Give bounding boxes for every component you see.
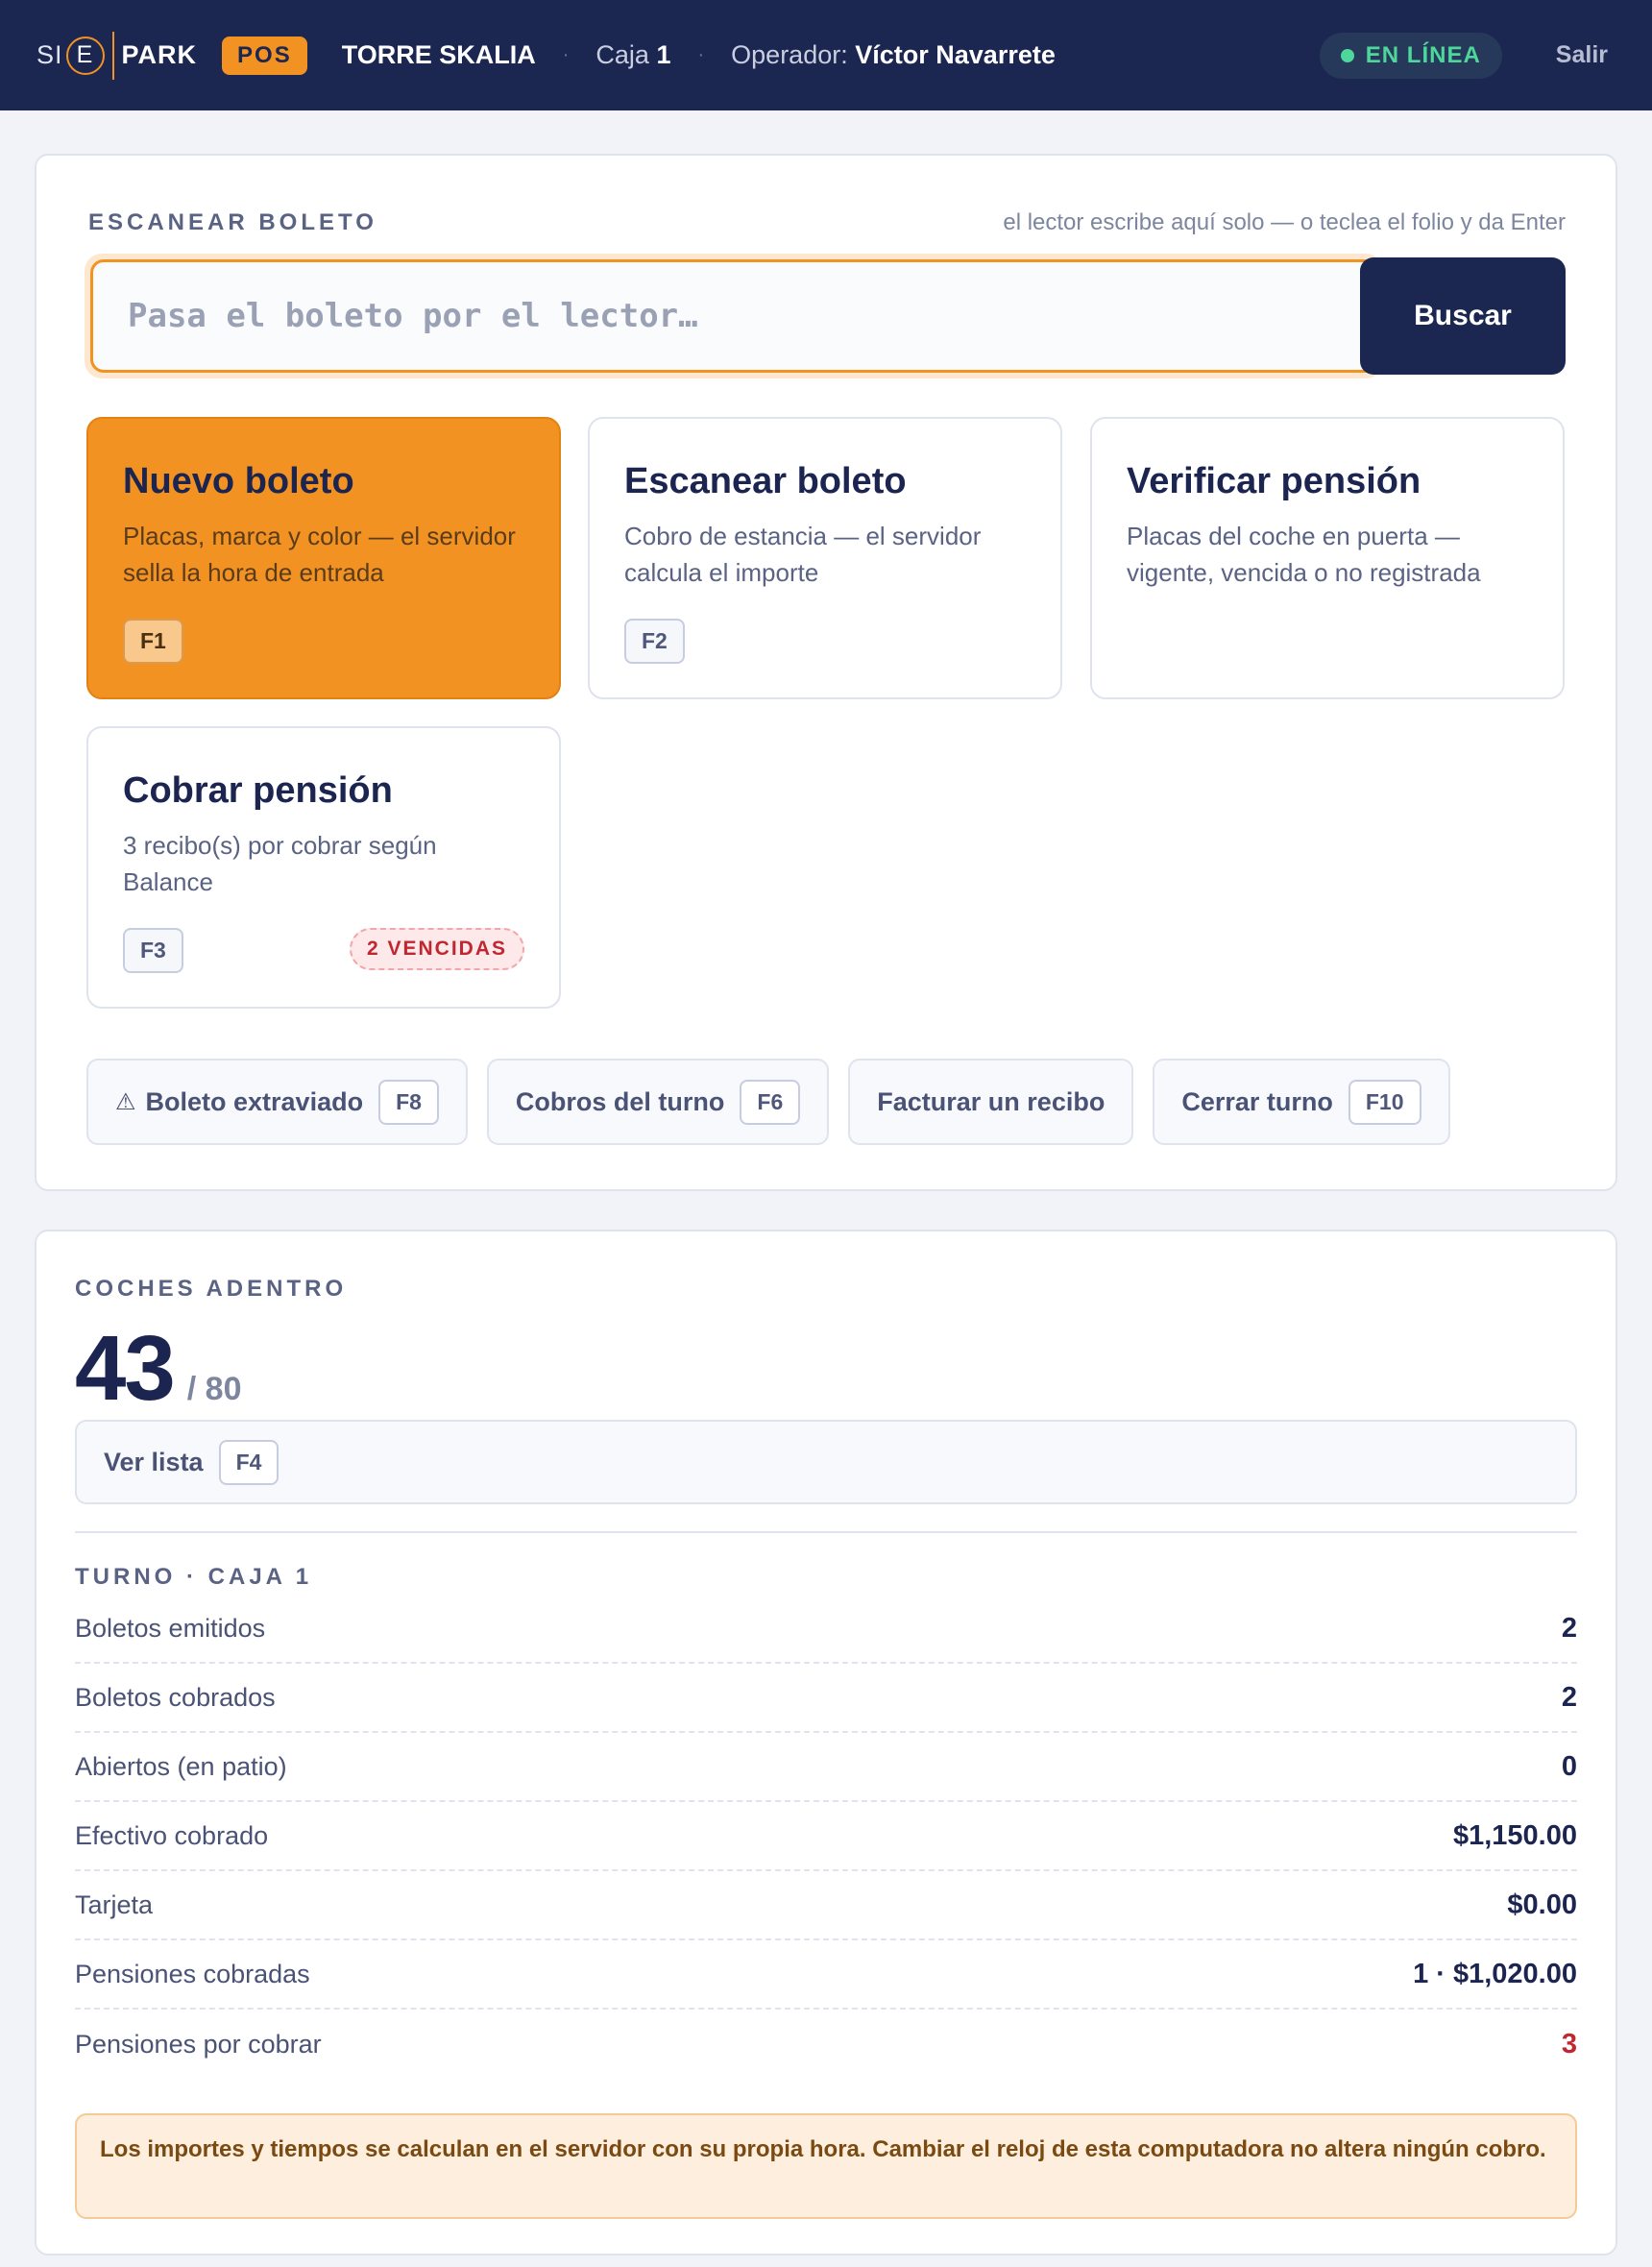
view-list-label: Ver lista [104, 1447, 204, 1476]
status-text: EN LÍNEA [1365, 41, 1481, 68]
separator-dot: · [697, 44, 705, 65]
quick-action-label: Facturar un recibo [877, 1086, 1105, 1116]
scan-input-focus-ring [85, 254, 1383, 378]
quick-action-label: Boleto extraviado [145, 1086, 364, 1116]
separator-dot: · [562, 44, 570, 65]
stat-row: Abiertos (en patio) 0 [75, 1733, 1577, 1802]
stats-panel: COCHES ADENTRO 43 / 80 Ver lista F4 TURN… [35, 1230, 1617, 2255]
action-title: Verificar pensión [1127, 461, 1421, 501]
shift-payments-button[interactable]: Cobros del turno F6 [486, 1059, 830, 1145]
quick-action-label: Cerrar turno [1181, 1086, 1333, 1116]
stat-label: Abiertos (en patio) [75, 1751, 287, 1781]
lost-ticket-button[interactable]: ⚠ Boleto extraviado F8 [86, 1059, 468, 1145]
stat-row: Pensiones por cobrar 3 [75, 2010, 1577, 2079]
logo-park: PARK [121, 40, 198, 69]
action-description: Placas, marca y color — el servidor sell… [123, 522, 516, 587]
shortcut-key: F6 [740, 1079, 801, 1125]
app-logo: SI E PARK [36, 31, 198, 80]
charge-pension-action[interactable]: Cobrar pensión 3 recibo(s) por cobrar se… [86, 726, 561, 1009]
stat-value: 0 [1561, 1750, 1577, 1782]
quick-actions: ⚠ Boleto extraviado F8 Cobros del turno … [86, 1059, 1450, 1145]
new-ticket-action[interactable]: Nuevo boleto Placas, marca y color — el … [86, 417, 561, 699]
caja-indicator: Caja 1 [595, 40, 670, 70]
operator-indicator: Operador: Víctor Navarrete [731, 40, 1056, 70]
stat-label: Boletos emitidos [75, 1613, 266, 1643]
search-button[interactable]: Buscar [1360, 257, 1566, 375]
close-shift-button[interactable]: Cerrar turno F10 [1153, 1059, 1450, 1145]
action-description: Placas del coche en puerta — vigente, ve… [1127, 522, 1481, 587]
connection-status-badge: EN LÍNEA [1319, 32, 1502, 79]
scan-hint: el lector escribe aquí solo — o teclea e… [1003, 209, 1566, 235]
overdue-badge: 2 VENCIDAS [349, 928, 524, 970]
status-dot-icon [1340, 48, 1354, 62]
ticket-scan-input[interactable] [90, 259, 1377, 373]
stat-label: Boletos cobrados [75, 1682, 276, 1712]
top-bar: SI E PARK POS TORRE SKALIA · Caja 1 · Op… [0, 0, 1652, 110]
stat-value: 2 [1561, 1612, 1577, 1644]
verify-pension-action[interactable]: Verificar pensión Placas del coche en pu… [1090, 417, 1565, 699]
action-description: 3 recibo(s) por cobrar según Balance [123, 831, 437, 896]
shortcut-key: F8 [378, 1079, 439, 1125]
stat-value: 2 [1561, 1681, 1577, 1713]
divider [75, 1531, 1577, 1533]
view-list-button[interactable]: Ver lista F4 [75, 1420, 1577, 1504]
cars-inside-count: 43 [75, 1317, 176, 1420]
cars-inside-counter: 43 / 80 [75, 1316, 242, 1422]
shortcut-key: F10 [1348, 1079, 1421, 1125]
stat-row: Boletos emitidos 2 [75, 1595, 1577, 1664]
shift-title: TURNO · CAJA 1 [75, 1564, 313, 1590]
stat-row: Pensiones cobradas 1 · $1,020.00 [75, 1940, 1577, 2010]
caja-label: Caja [595, 40, 649, 69]
stat-label: Efectivo cobrado [75, 1820, 269, 1850]
stat-value: $0.00 [1507, 1889, 1577, 1920]
shortcut-key: F1 [123, 619, 183, 664]
logo-si: SI [36, 40, 63, 69]
caja-number: 1 [656, 40, 671, 69]
action-title: Cobrar pensión [123, 770, 393, 811]
operator-label: Operador: [731, 40, 848, 69]
logo-divider [111, 31, 114, 80]
cars-capacity: / 80 [186, 1371, 242, 1407]
stat-label: Tarjeta [75, 1889, 154, 1919]
shortcut-key: F3 [123, 928, 183, 973]
shift-summary: Boletos emitidos 2 Boletos cobrados 2 Ab… [75, 1595, 1577, 2079]
action-title: Nuevo boleto [123, 461, 354, 501]
shortcut-key: F2 [624, 619, 685, 664]
shortcut-key: F4 [218, 1439, 279, 1485]
stat-value: 1 · $1,020.00 [1413, 1958, 1577, 1989]
warning-icon: ⚠ [115, 1088, 136, 1115]
scan-panel: ESCANEAR BOLETO el lector escribe aquí s… [35, 154, 1617, 1191]
stat-row: Efectivo cobrado $1,150.00 [75, 1802, 1577, 1871]
scan-ticket-action[interactable]: Escanear boleto Cobro de estancia — el s… [588, 417, 1062, 699]
invoice-receipt-button[interactable]: Facturar un recibo [848, 1059, 1134, 1145]
action-title: Escanear boleto [624, 461, 907, 501]
stat-label: Pensiones por cobrar [75, 2029, 322, 2059]
stat-row: Boletos cobrados 2 [75, 1664, 1577, 1733]
stat-label: Pensiones cobradas [75, 1959, 310, 1988]
server-time-notice: Los importes y tiempos se calculan en el… [75, 2113, 1577, 2219]
logout-link[interactable]: Salir [1556, 41, 1608, 69]
logo-e-circle: E [65, 36, 105, 75]
site-name: TORRE SKALIA [341, 40, 536, 69]
action-description: Cobro de estancia — el servidor calcula … [624, 522, 982, 587]
cars-inside-title: COCHES ADENTRO [75, 1276, 348, 1302]
scan-header: ESCANEAR BOLETO el lector escribe aquí s… [88, 209, 1566, 236]
operator-name: Víctor Navarrete [855, 40, 1056, 69]
stat-row: Tarjeta $0.00 [75, 1871, 1577, 1940]
stat-value: $1,150.00 [1452, 1819, 1577, 1851]
quick-action-label: Cobros del turno [515, 1086, 725, 1116]
pos-badge: POS [222, 36, 307, 75]
scan-section-title: ESCANEAR BOLETO [88, 209, 377, 235]
stat-value-alert: 3 [1561, 2028, 1577, 2060]
